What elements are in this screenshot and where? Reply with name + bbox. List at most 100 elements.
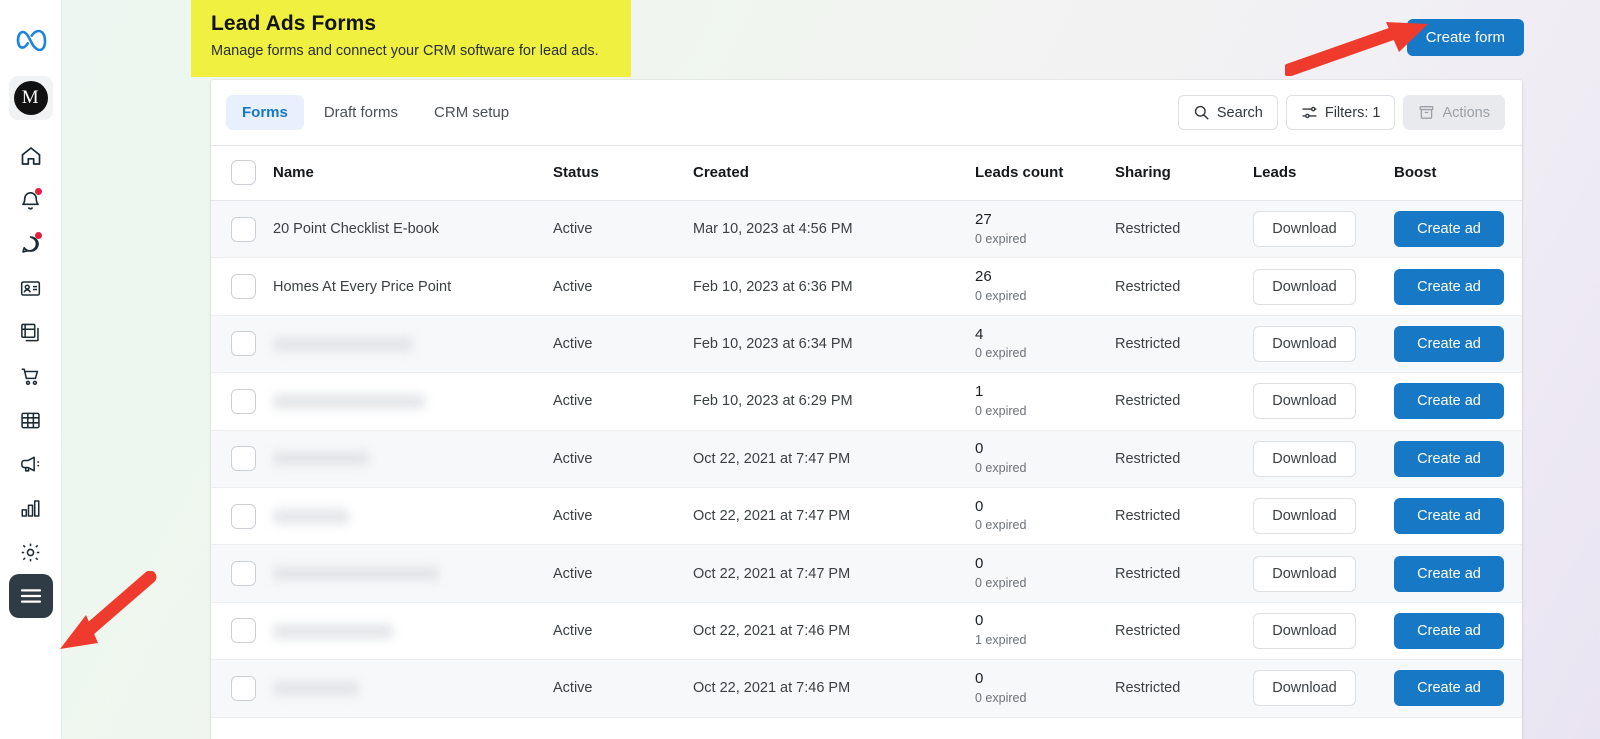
search-button[interactable]: Search [1178,95,1278,130]
create-ad-button[interactable]: Create ad [1394,498,1504,534]
hamburger-menu-icon[interactable] [9,574,53,618]
redacted-form-name [273,509,349,524]
create-ad-button[interactable]: Create ad [1394,670,1504,706]
column-header-status[interactable]: Status [553,146,693,201]
row-checkbox[interactable] [231,504,256,529]
actions-button[interactable]: Actions [1403,95,1505,130]
download-button[interactable]: Download [1253,211,1356,247]
column-header-leads-count[interactable]: Leads count [975,146,1115,201]
leads-expired-value: 0 expired [975,344,1115,362]
boost-cell: Create ad [1394,487,1522,544]
form-status: Active [553,258,693,315]
form-sharing: Restricted [1115,201,1253,258]
account-avatar[interactable]: M [9,76,53,120]
tab-forms[interactable]: Forms [226,95,304,130]
megaphone-icon[interactable] [9,442,53,486]
row-checkbox[interactable] [231,331,256,356]
column-header-leads[interactable]: Leads [1253,146,1394,201]
column-header-boost[interactable]: Boost [1394,146,1522,201]
redacted-form-name [273,394,425,409]
select-all-checkbox[interactable] [231,160,256,185]
form-leads-count-cell: 00 expired [975,430,1115,487]
meta-logo-icon[interactable] [9,18,53,62]
table-row[interactable]: Homes At Every Price PointActiveFeb 10, … [211,258,1522,315]
create-ad-button[interactable]: Create ad [1394,383,1504,419]
leads-count-value: 0 [975,440,1115,459]
page-title: Lead Ads Forms [211,12,631,36]
leads-count-value: 0 [975,555,1115,574]
leads-download-cell: Download [1253,430,1394,487]
table-row[interactable]: ActiveOct 22, 2021 at 7:47 PM00 expiredR… [211,487,1522,544]
bell-icon[interactable] [9,178,53,222]
download-button[interactable]: Download [1253,556,1356,592]
forms-table: Name Status Created Leads count Sharing … [211,145,1522,718]
create-ad-button[interactable]: Create ad [1394,211,1504,247]
gear-icon[interactable] [9,530,53,574]
form-name-cell [273,430,553,487]
bar-chart-icon[interactable] [9,486,53,530]
form-name[interactable]: 20 Point Checklist E-book [273,221,439,237]
create-ad-button[interactable]: Create ad [1394,441,1504,477]
chat-bubble-icon[interactable] [9,222,53,266]
leads-expired-value: 0 expired [975,402,1115,420]
create-ad-button[interactable]: Create ad [1394,613,1504,649]
form-sharing: Restricted [1115,487,1253,544]
form-name-cell [273,545,553,602]
home-icon[interactable] [9,134,53,178]
row-checkbox[interactable] [231,274,256,299]
contact-card-icon[interactable] [9,266,53,310]
table-row[interactable]: ActiveFeb 10, 2023 at 6:29 PM10 expiredR… [211,373,1522,430]
table-row[interactable]: ActiveOct 22, 2021 at 7:47 PM00 expiredR… [211,430,1522,487]
avatar-letter: M [14,81,48,115]
pages-icon[interactable] [9,310,53,354]
leads-download-cell: Download [1253,660,1394,717]
download-button[interactable]: Download [1253,326,1356,362]
download-button[interactable]: Download [1253,269,1356,305]
row-checkbox[interactable] [231,217,256,242]
form-name-cell: Homes At Every Price Point [273,258,553,315]
table-row[interactable]: ActiveOct 22, 2021 at 7:46 PM01 expiredR… [211,602,1522,659]
download-button[interactable]: Download [1253,670,1356,706]
leads-download-cell: Download [1253,602,1394,659]
redacted-form-name [273,681,359,696]
actions-label: Actions [1442,105,1490,121]
grid-table-icon[interactable] [9,398,53,442]
create-ad-button[interactable]: Create ad [1394,326,1504,362]
column-header-created[interactable]: Created [693,146,975,201]
download-button[interactable]: Download [1253,498,1356,534]
tab-bar: Forms Draft forms CRM setup [226,95,525,130]
form-name-cell [273,602,553,659]
create-ad-button[interactable]: Create ad [1394,269,1504,305]
shopping-cart-icon[interactable] [9,354,53,398]
row-checkbox[interactable] [231,676,256,701]
create-form-button[interactable]: Create form [1407,19,1524,56]
row-checkbox[interactable] [231,389,256,414]
form-status: Active [553,602,693,659]
table-row[interactable]: ActiveOct 22, 2021 at 7:46 PM00 expiredR… [211,660,1522,717]
create-ad-button[interactable]: Create ad [1394,556,1504,592]
form-name[interactable]: Homes At Every Price Point [273,279,451,295]
download-button[interactable]: Download [1253,613,1356,649]
row-select-cell [211,487,273,544]
redacted-form-name [273,566,439,581]
table-row[interactable]: ActiveOct 22, 2021 at 7:47 PM00 expiredR… [211,545,1522,602]
boost-cell: Create ad [1394,430,1522,487]
row-checkbox[interactable] [231,446,256,471]
column-header-name[interactable]: Name [273,146,553,201]
table-row[interactable]: ActiveFeb 10, 2023 at 6:34 PM40 expiredR… [211,315,1522,372]
column-header-sharing[interactable]: Sharing [1115,146,1253,201]
filters-button[interactable]: Filters: 1 [1286,95,1396,130]
tab-draft-forms[interactable]: Draft forms [308,95,414,130]
row-checkbox[interactable] [231,561,256,586]
form-created-date: Oct 22, 2021 at 7:46 PM [693,602,975,659]
row-select-cell [211,315,273,372]
row-checkbox[interactable] [231,618,256,643]
row-select-cell [211,660,273,717]
table-row[interactable]: 20 Point Checklist E-bookActiveMar 10, 2… [211,201,1522,258]
form-created-date: Feb 10, 2023 at 6:29 PM [693,373,975,430]
download-button[interactable]: Download [1253,441,1356,477]
tab-crm-setup[interactable]: CRM setup [418,95,525,130]
boost-cell: Create ad [1394,602,1522,659]
table-body: 20 Point Checklist E-bookActiveMar 10, 2… [211,201,1522,718]
download-button[interactable]: Download [1253,383,1356,419]
